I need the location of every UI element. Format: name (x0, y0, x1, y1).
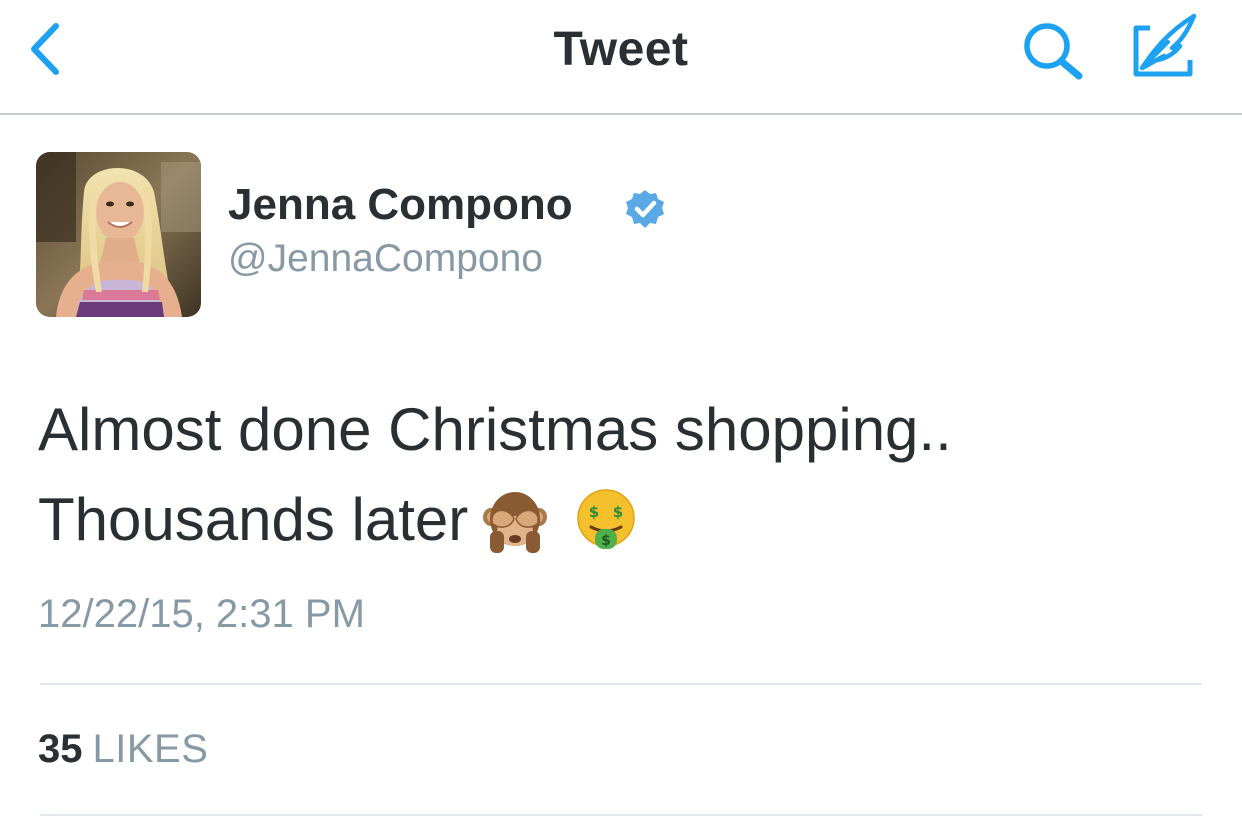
divider (40, 814, 1202, 816)
likes-count: 35 (38, 727, 83, 771)
compose-tweet-button[interactable] (1128, 10, 1200, 82)
see-no-evil-monkey-emoji (483, 492, 548, 554)
avatar[interactable] (36, 152, 201, 317)
likes-label: LIKES (92, 727, 209, 771)
tweet-text-line: Thousands later (38, 486, 469, 553)
navigation-bar: Tweet (0, 0, 1242, 115)
tweet-text-line: Almost done Christmas shopping.. (38, 396, 952, 463)
svg-text:$: $ (589, 503, 599, 521)
tweet-text: Almost done Christmas shopping.. Thousan… (38, 385, 1208, 569)
emoji-group: $ $ $ (482, 471, 647, 561)
svg-text:$: $ (613, 503, 623, 521)
profile-photo (36, 152, 201, 317)
search-button[interactable] (1018, 20, 1086, 84)
tweet-text-line-with-emoji: Thousands later $ $ $ (38, 475, 1208, 569)
compose-tweet-icon (1133, 13, 1197, 77)
verified-badge-icon (626, 190, 664, 228)
search-icon (1024, 23, 1083, 80)
svg-text:$: $ (601, 533, 611, 549)
user-handle[interactable]: @JennaCompono (228, 237, 543, 281)
likes-count-button[interactable]: 35 LIKES (38, 727, 208, 772)
display-name[interactable]: Jenna Compono (228, 180, 573, 230)
divider (40, 683, 1202, 685)
tweet-timestamp: 12/22/15, 2:31 PM (38, 592, 365, 636)
money-mouth-face-emoji: $ $ $ (577, 489, 635, 550)
